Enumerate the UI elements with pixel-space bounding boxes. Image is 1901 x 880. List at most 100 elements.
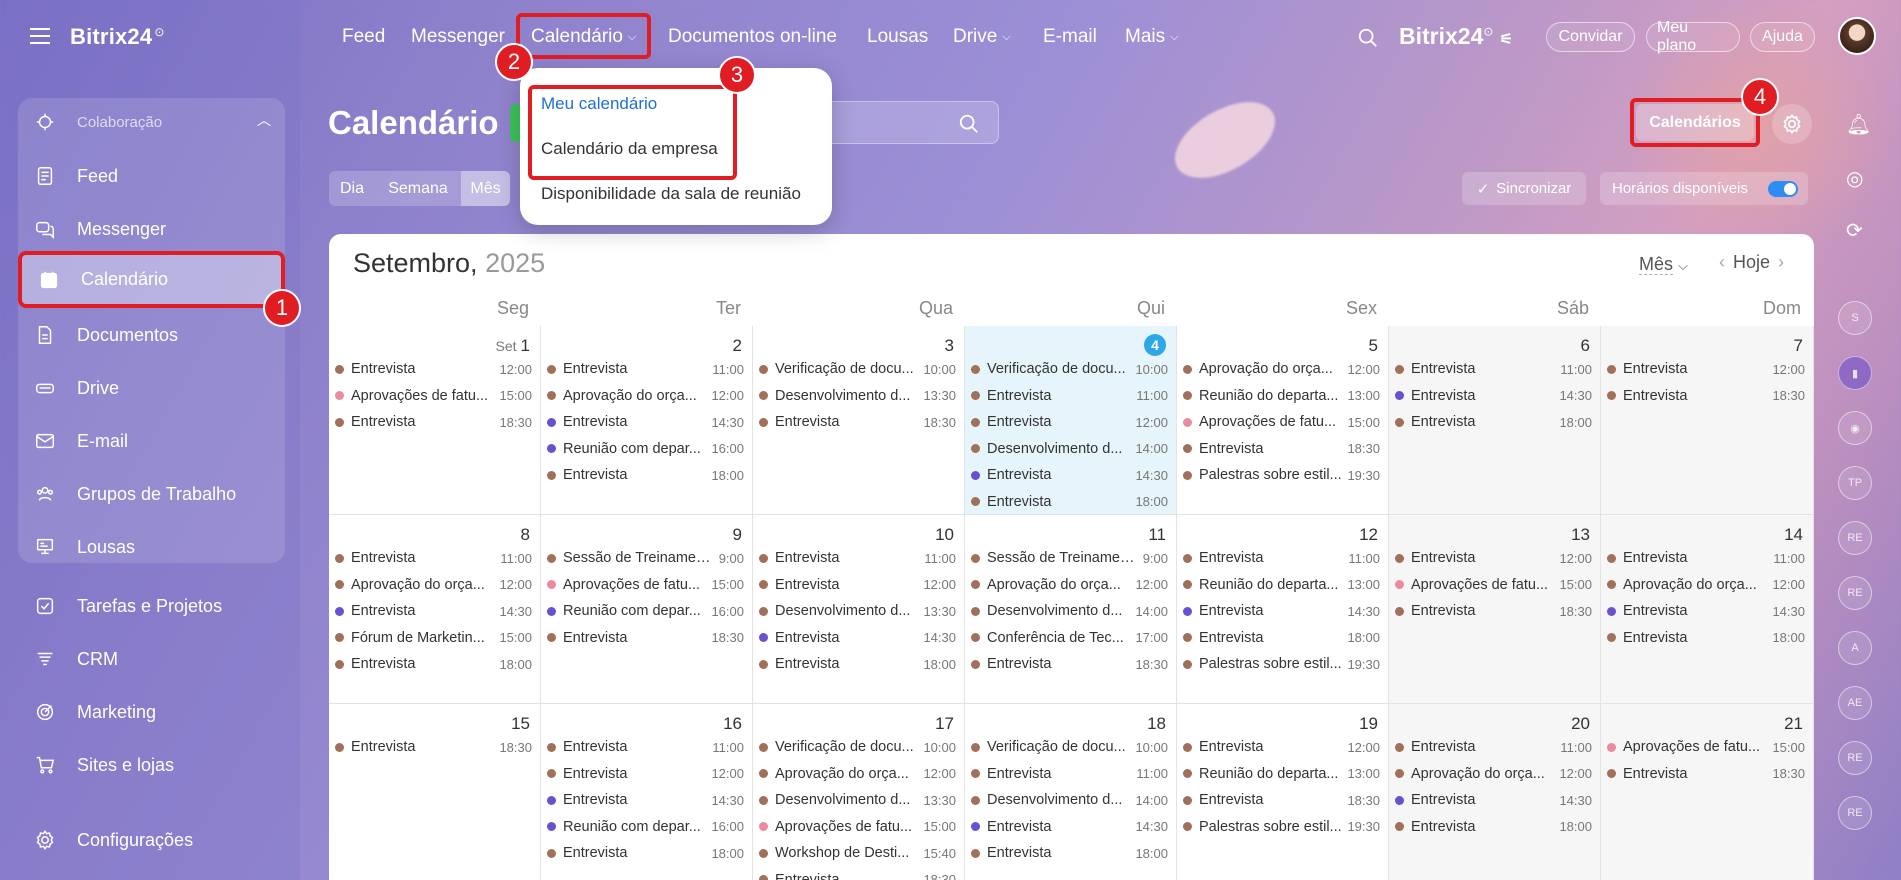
calendar-event[interactable]: Entrevista 12:00 [1607, 358, 1805, 380]
rail-avatar[interactable]: RE [1838, 576, 1872, 610]
calendar-event[interactable]: Entrevista 18:00 [971, 842, 1168, 864]
calendar-event[interactable]: Aprovação do orça... 12:00 [1183, 358, 1380, 380]
day-cell[interactable]: 12 Entrevista 11:00 Reunião do departa... 13… [1177, 515, 1389, 704]
my-plan-button[interactable]: Meu plano [1646, 19, 1740, 54]
menu-item-room-availability[interactable]: Disponibilidade da sala de reunião [541, 184, 801, 204]
sidebar-item-settings[interactable]: Configurações [18, 815, 285, 865]
calendar-event[interactable]: Palestras sobre estil... 19:30 [1183, 653, 1380, 675]
copilot-icon[interactable]: ◎ [1846, 166, 1863, 191]
calendar-event[interactable]: Fórum de Marketin... 15:00 [335, 627, 532, 649]
day-number[interactable]: 19 [1359, 714, 1378, 734]
day-number[interactable]: 14 [1784, 525, 1803, 545]
bell-icon[interactable]: 🔔︎ [1846, 112, 1871, 137]
calendar-event[interactable]: Conferência de Tec... 17:00 [971, 627, 1168, 649]
calendar-event[interactable]: Entrevista 18:30 [547, 627, 744, 649]
calendar-event[interactable]: Entrevista 11:00 [971, 763, 1168, 785]
day-cell[interactable]: 14 Entrevista 11:00 Aprovação do orça... 12:… [1601, 515, 1814, 704]
calendar-event[interactable]: Aprovação do orça... 12:00 [335, 574, 532, 596]
sidebar-item-messenger[interactable]: Messenger [18, 204, 285, 254]
calendar-event[interactable]: Entrevista 12:00 [547, 763, 744, 785]
calendar-event[interactable]: Aprovações de fatu... 15:00 [1183, 411, 1380, 433]
calendar-event[interactable]: Aprovações de fatu... 15:00 [547, 574, 744, 596]
calendar-event[interactable]: Entrevista 12:00 [1183, 736, 1380, 758]
calendar-event[interactable]: Entrevista 18:30 [1183, 438, 1380, 460]
calendar-event[interactable]: Entrevista 11:00 [547, 358, 744, 380]
calendar-event[interactable]: Entrevista 11:00 [1607, 547, 1805, 569]
day-number[interactable]: 18 [1147, 714, 1166, 734]
topnav-documents-online[interactable]: Documentos on-line [668, 26, 837, 48]
calendar-event[interactable]: Entrevista 11:00 [335, 547, 532, 569]
calendar-event[interactable]: Entrevista 11:00 [1183, 547, 1380, 569]
calendar-event[interactable]: Aprovações de fatu... 15:00 [1607, 736, 1805, 758]
calendar-event[interactable]: Verificação de docu... 10:00 [971, 736, 1168, 758]
day-number[interactable]: 3 [945, 336, 954, 356]
topnav-email[interactable]: E-mail [1043, 26, 1097, 48]
day-number[interactable]: 5 [1369, 336, 1378, 356]
day-cell[interactable]: 17 Verificação de docu... 10:00 Aprovação d… [753, 704, 965, 880]
calendar-event[interactable]: Entrevista 14:30 [547, 789, 744, 811]
day-number[interactable]: 4 [1144, 334, 1166, 356]
calendar-event[interactable]: Desenvolvimento d... 14:00 [971, 600, 1168, 622]
sidebar-item-grupos-de-trabalho[interactable]: Grupos de Trabalho [18, 469, 285, 519]
calendar-event[interactable]: Desenvolvimento d... 13:30 [759, 789, 956, 811]
calendar-event[interactable]: Aprovação do orça... 12:00 [971, 574, 1168, 596]
sync-chat-icon[interactable]: ⟳ [1846, 218, 1863, 243]
view-selector[interactable]: Mês ⌵ [1639, 254, 1688, 275]
calendar-event[interactable]: Entrevista 11:00 [1395, 736, 1592, 758]
day-cell[interactable]: Set 1 Entrevista 12:00 Aprovações de fatu...… [329, 326, 541, 515]
calendar-event[interactable]: Entrevista 18:30 [1183, 789, 1380, 811]
invite-button[interactable]: Convidar [1546, 22, 1635, 52]
calendar-event[interactable]: Entrevista 12:00 [1395, 547, 1592, 569]
calendar-event[interactable]: Entrevista 18:30 [1607, 385, 1805, 407]
sidebar-item-marketing[interactable]: Marketing [18, 687, 285, 737]
calendar-event[interactable]: Entrevista 14:30 [1395, 789, 1592, 811]
day-number[interactable]: Set 1 [496, 336, 530, 356]
top-brand-logo[interactable]: Bitrix24⊙ ⚟ [1399, 23, 1513, 50]
calendar-event[interactable]: Entrevista 18:00 [335, 653, 532, 675]
day-cell[interactable]: 21 Aprovações de fatu... 15:00 Entrevista 18… [1601, 704, 1814, 880]
day-cell[interactable]: 10 Entrevista 11:00 Entrevista 12:00 Desenvol… [753, 515, 965, 704]
day-cell[interactable]: 5 Aprovação do orça... 12:00 Reunião do dep… [1177, 326, 1389, 515]
calendar-event[interactable]: Entrevista 11:00 [547, 736, 744, 758]
day-cell[interactable]: 8 Entrevista 11:00 Aprovação do orça... 12:0… [329, 515, 541, 704]
day-number[interactable]: 2 [733, 336, 742, 356]
day-cell[interactable]: 13 Entrevista 12:00 Aprovações de fatu... 15… [1389, 515, 1601, 704]
menu-icon[interactable] [30, 28, 50, 44]
calendar-event[interactable]: Entrevista 18:30 [335, 736, 532, 758]
tab-month[interactable]: Mês [461, 171, 510, 206]
calendar-event[interactable]: Verificação de docu... 10:00 [971, 358, 1168, 380]
user-avatar[interactable] [1838, 17, 1876, 55]
calendar-event[interactable]: Entrevista 18:00 [1607, 627, 1805, 649]
sidebar-item-e-mail[interactable]: E-mail [18, 416, 285, 466]
calendar-event[interactable]: Entrevista 12:00 [335, 358, 532, 380]
day-cell[interactable]: 2 Entrevista 11:00 Aprovação do orça... 12:0… [541, 326, 753, 515]
chevron-up-icon[interactable]: ︿ [257, 110, 271, 130]
calendar-event[interactable]: Entrevista 12:00 [971, 411, 1168, 433]
calendar-event[interactable]: Reunião do departa... 13:00 [1183, 385, 1380, 407]
day-cell[interactable]: 20 Entrevista 11:00 Aprovação do orça... 12:… [1389, 704, 1601, 880]
calendar-event[interactable]: Entrevista 14:30 [1607, 600, 1805, 622]
day-cell[interactable]: 9 Sessão de Treinamen... 9:00 Aprovações de… [541, 515, 753, 704]
brand-logo[interactable]: Bitrix24 ⊙ [70, 24, 165, 50]
calendar-event[interactable]: Palestras sobre estil... 19:30 [1183, 464, 1380, 486]
calendar-event[interactable]: Entrevista 18:30 [971, 653, 1168, 675]
day-cell[interactable]: 6 Entrevista 11:00 Entrevista 14:30 Entrevist… [1389, 326, 1601, 515]
calendar-event[interactable]: Aprovações de fatu... 15:00 [335, 385, 532, 407]
day-number[interactable]: 6 [1581, 336, 1590, 356]
calendar-event[interactable]: Entrevista 18:00 [971, 491, 1168, 513]
calendar-event[interactable]: Desenvolvimento d... 13:30 [759, 600, 956, 622]
day-number[interactable]: 9 [733, 525, 742, 545]
calendar-event[interactable]: Entrevista 18:00 [1395, 816, 1592, 838]
calendar-event[interactable]: Workshop de Desti... 15:40 [759, 842, 956, 864]
calendar-event[interactable]: Entrevista 18:30 [335, 411, 532, 433]
day-number[interactable]: 7 [1794, 336, 1803, 356]
calendar-event[interactable]: Entrevista 18:00 [547, 464, 744, 486]
sidebar-item-crm[interactable]: CRM [18, 634, 285, 684]
day-cell[interactable]: 18 Verificação de docu... 10:00 Entrevista 1… [965, 704, 1177, 880]
bookmark-icon[interactable]: ▮ [1838, 356, 1872, 390]
tab-week[interactable]: Semana [375, 171, 461, 206]
sidebar-item-sites-e-lojas[interactable]: Sites e lojas [18, 740, 285, 790]
calendar-event[interactable]: Aprovação do orça... 12:00 [759, 763, 956, 785]
rail-avatar[interactable]: RE [1838, 741, 1872, 775]
tab-day[interactable]: Dia [329, 171, 375, 206]
